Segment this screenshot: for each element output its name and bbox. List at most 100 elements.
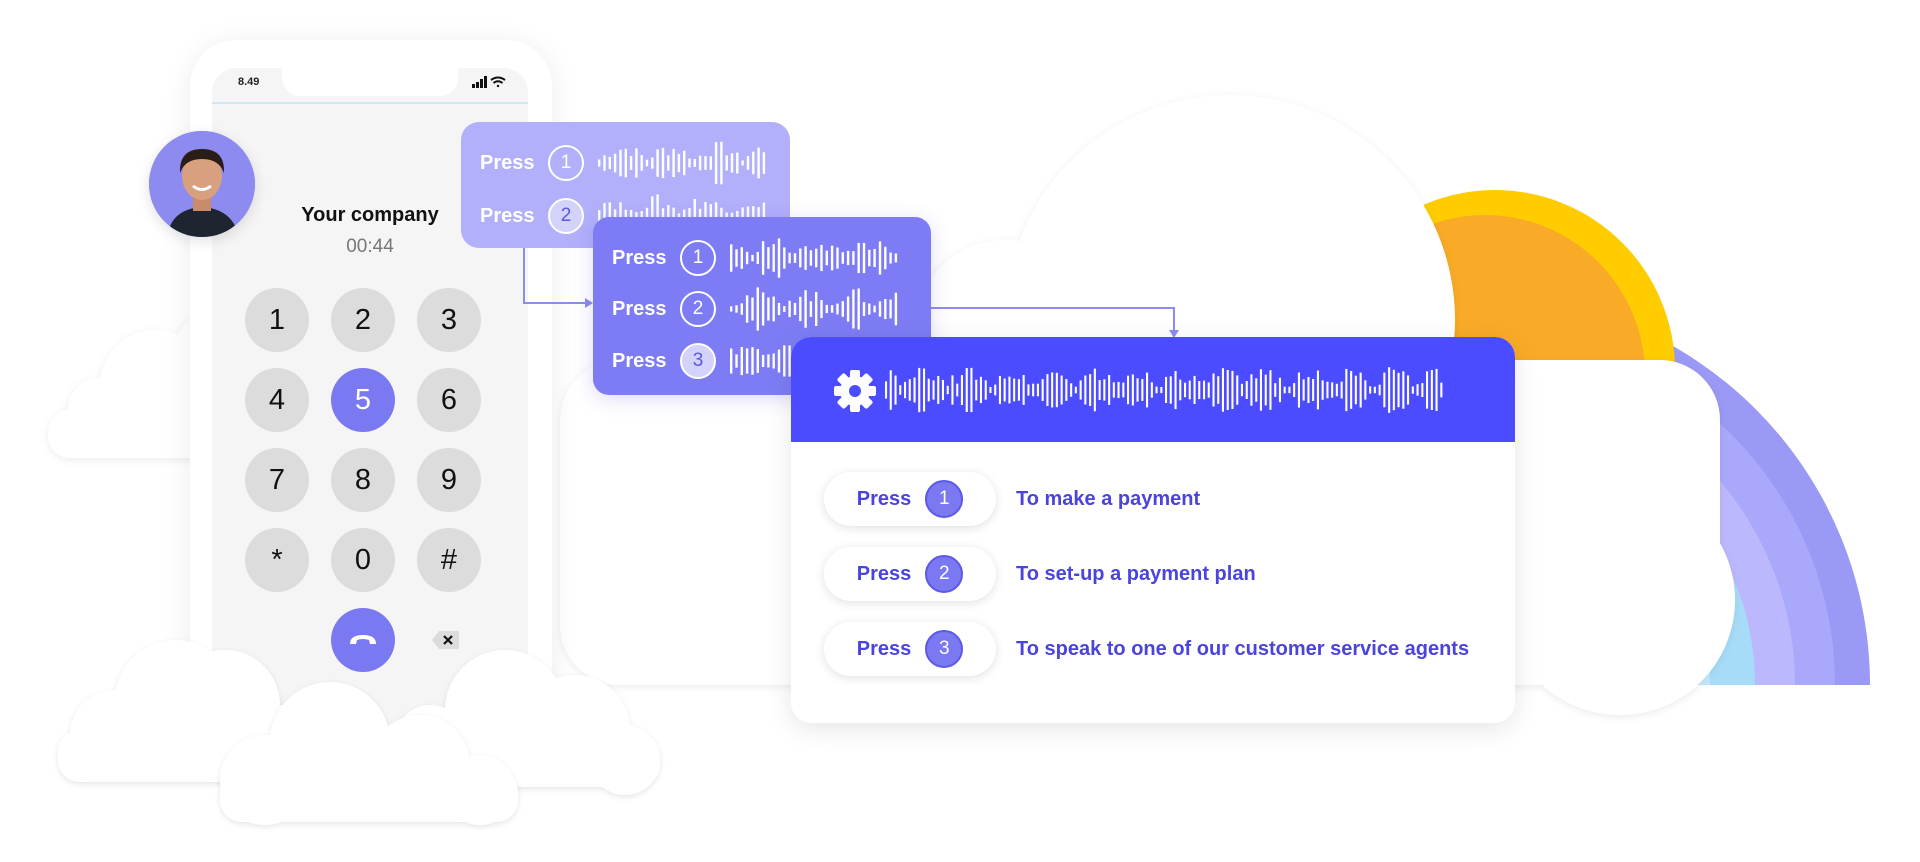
waveform-bar bbox=[1421, 383, 1424, 397]
waveform-bar bbox=[1184, 382, 1187, 398]
waveform-bar bbox=[1369, 386, 1372, 394]
waveform-bar bbox=[846, 250, 850, 266]
main-card-header bbox=[791, 337, 1515, 442]
waveform-bar bbox=[1430, 370, 1433, 410]
waveform-bar bbox=[613, 153, 617, 173]
waveform-bar bbox=[908, 379, 911, 401]
signal-icon bbox=[472, 76, 487, 88]
waveform-bar bbox=[1032, 383, 1035, 397]
waveform-bar bbox=[667, 155, 670, 171]
waveform-bar bbox=[918, 367, 921, 413]
waveform-bar bbox=[730, 348, 733, 374]
wifi-icon bbox=[490, 76, 506, 88]
waveform-bar bbox=[830, 245, 834, 271]
waveform-bar bbox=[1345, 368, 1348, 412]
number-badge: 2 bbox=[925, 555, 964, 593]
waveform-bar bbox=[598, 159, 601, 167]
key-hash[interactable]: # bbox=[417, 528, 481, 592]
waveform-bar bbox=[804, 290, 807, 328]
end-call-button[interactable] bbox=[331, 608, 395, 672]
waveform-bar bbox=[904, 381, 907, 399]
waveform-bar bbox=[1316, 370, 1319, 410]
option-row-1[interactable]: Press 1 To make a payment bbox=[824, 472, 1200, 526]
waveform-bar bbox=[777, 238, 781, 278]
waveform-bar bbox=[1203, 380, 1206, 400]
status-divider bbox=[212, 102, 528, 104]
key-5[interactable]: 5 bbox=[331, 368, 395, 432]
waveform-bar bbox=[1070, 383, 1073, 397]
key-2[interactable]: 2 bbox=[331, 288, 395, 352]
waveform-bar bbox=[923, 368, 926, 412]
waveform-bar bbox=[884, 299, 887, 320]
press-pill[interactable]: Press 3 bbox=[824, 622, 996, 676]
waveform-bar bbox=[745, 295, 749, 323]
waveform-bar bbox=[745, 251, 749, 265]
waveform-bar bbox=[1378, 384, 1381, 396]
waveform-bar bbox=[1383, 372, 1386, 408]
option-row-3[interactable]: Press 3 To speak to one of our customer … bbox=[824, 622, 1469, 676]
waveform-bar bbox=[841, 252, 844, 264]
waveform-bar bbox=[1307, 377, 1310, 403]
waveform-bar bbox=[629, 156, 633, 170]
key-3[interactable]: 3 bbox=[417, 288, 481, 352]
key-4[interactable]: 4 bbox=[245, 368, 309, 432]
waveform-bar bbox=[783, 247, 786, 269]
waveform-bar bbox=[1065, 379, 1068, 401]
key-0[interactable]: 0 bbox=[331, 528, 395, 592]
waveform-bar bbox=[1288, 386, 1291, 394]
waveform-bar bbox=[767, 247, 770, 269]
waveform-bar bbox=[1350, 371, 1353, 409]
press-pill[interactable]: Press 2 bbox=[824, 547, 996, 601]
key-1[interactable]: 1 bbox=[245, 288, 309, 352]
waveform-bar bbox=[1051, 372, 1054, 408]
option-description: To set-up a payment plan bbox=[1016, 562, 1256, 585]
waveform-bar bbox=[825, 250, 828, 266]
waveform-bar bbox=[603, 155, 606, 171]
waveform-bar bbox=[946, 385, 949, 395]
waveform-bar bbox=[740, 347, 743, 376]
waveform-bar bbox=[878, 241, 882, 275]
waveform-bar bbox=[1435, 368, 1438, 411]
waveform-bar bbox=[1098, 380, 1101, 400]
number-badge: 1 bbox=[680, 240, 716, 276]
waveform-bar bbox=[1359, 372, 1362, 408]
waveform-bar bbox=[1264, 374, 1267, 406]
menu-row[interactable]: Press 1 bbox=[480, 141, 768, 185]
waveform-bar bbox=[730, 244, 733, 272]
waveform-bar bbox=[619, 149, 622, 177]
waveform-bar bbox=[927, 378, 930, 402]
backspace-button[interactable] bbox=[431, 629, 461, 656]
waveform-bar bbox=[772, 296, 775, 322]
waveform-bar bbox=[772, 244, 775, 272]
waveform-bar bbox=[1212, 373, 1215, 407]
number-badge: 1 bbox=[925, 480, 964, 518]
waveform-bar bbox=[1250, 374, 1253, 406]
waveform-bar bbox=[1174, 371, 1177, 410]
waveform-bar bbox=[941, 379, 944, 401]
waveform-bar bbox=[788, 300, 791, 318]
waveform-bar bbox=[1193, 375, 1196, 404]
menu-row[interactable]: Press 1 bbox=[612, 236, 900, 280]
waveform-bar bbox=[1013, 378, 1016, 402]
menu-row[interactable]: Press 2 bbox=[612, 287, 900, 331]
option-description: To make a payment bbox=[1016, 487, 1201, 510]
option-row-2[interactable]: Press 2 To set-up a payment plan bbox=[824, 547, 1256, 601]
key-9[interactable]: 9 bbox=[417, 448, 481, 512]
waveform-bar bbox=[894, 375, 897, 405]
key-star[interactable]: * bbox=[245, 528, 309, 592]
waveform-bar bbox=[1283, 386, 1286, 394]
waveform-bar bbox=[1388, 367, 1391, 413]
waveform-bar bbox=[804, 246, 807, 270]
key-7[interactable]: 7 bbox=[245, 448, 309, 512]
waveform-bar bbox=[714, 142, 718, 184]
waveform-bar bbox=[1321, 380, 1324, 400]
press-pill[interactable]: Press 1 bbox=[824, 472, 996, 526]
waveform-bar bbox=[970, 367, 973, 413]
waveform-bar bbox=[809, 250, 813, 266]
key-8[interactable]: 8 bbox=[331, 448, 395, 512]
waveform-bar bbox=[937, 376, 940, 404]
waveform-bar bbox=[889, 370, 892, 410]
waveform-bar bbox=[1293, 383, 1296, 397]
number-badge: 2 bbox=[680, 291, 716, 327]
key-6[interactable]: 6 bbox=[417, 368, 481, 432]
